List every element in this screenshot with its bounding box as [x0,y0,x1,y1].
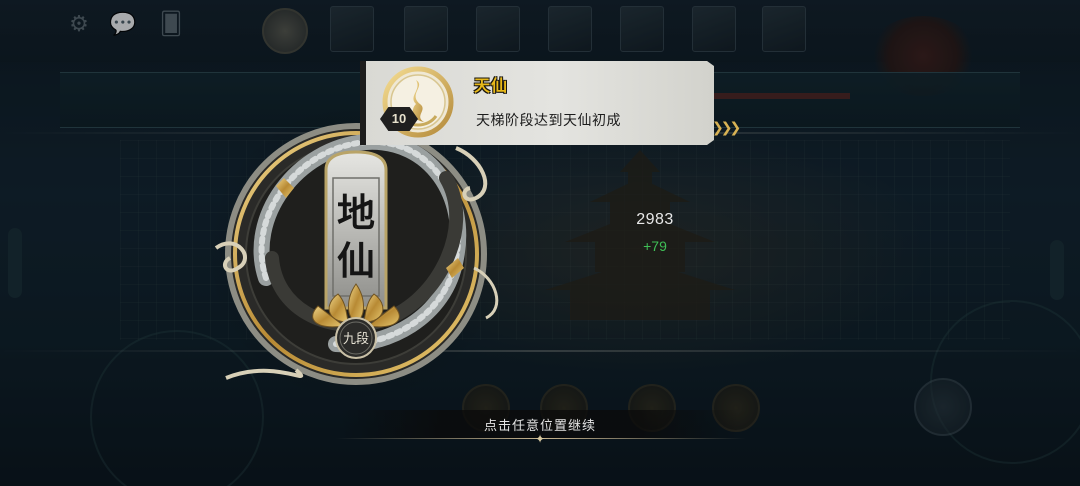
chevron-right-icon: ❯❯❯ [712,120,741,136]
achievement-description: 天梯阶段达到天仙初成 [476,112,621,128]
lotus-icon: ✦ [534,432,546,446]
achievement-title: 天仙 [474,78,509,95]
rank-medallion: 地 仙 九段 [206,108,506,398]
achievement-icon [382,66,454,138]
toast-edge [360,61,366,145]
score-delta: +79 [643,238,667,254]
rank-char-2: 仙 [337,238,375,283]
rank-tier: 九段 [343,332,369,347]
rank-char-1: 地 [337,190,375,235]
rank-score: 2983 [636,211,674,228]
